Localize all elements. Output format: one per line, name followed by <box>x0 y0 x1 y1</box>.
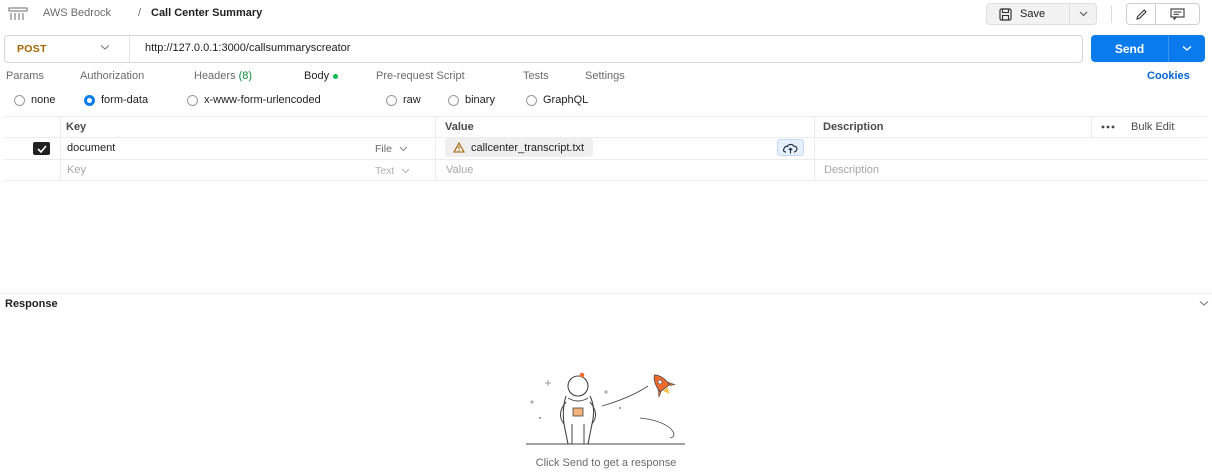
column-divider <box>814 160 815 180</box>
column-divider <box>435 160 436 180</box>
url-input[interactable] <box>145 42 1045 54</box>
save-label: Save <box>1020 8 1046 20</box>
top-bar: AWS Bedrock / Call Center Summary Save <box>0 0 1212 30</box>
column-divider <box>435 138 436 159</box>
upload-file-button[interactable] <box>777 139 804 156</box>
pencil-icon <box>1136 8 1147 20</box>
selected-file-chip[interactable]: callcenter_transcript.txt <box>445 138 594 157</box>
file-name: callcenter_transcript.txt <box>471 141 585 154</box>
comments-button[interactable] <box>1155 3 1200 25</box>
radio-none[interactable]: none <box>14 94 55 106</box>
chevron-down-icon[interactable] <box>1199 300 1209 307</box>
radio-binary[interactable]: binary <box>448 94 495 106</box>
request-tabs: Params Authorization Headers (8) Body Pr… <box>0 70 1212 86</box>
cookies-link[interactable]: Cookies <box>1147 70 1190 82</box>
type-select-value: File <box>375 143 392 155</box>
description-placeholder[interactable]: Description <box>824 164 879 176</box>
radio-circle <box>386 94 397 106</box>
radio-x-www-form-urlencoded[interactable]: x-www-form-urlencoded <box>187 94 321 106</box>
column-divider <box>1091 117 1092 137</box>
comment-icon <box>1170 8 1185 20</box>
key-cell[interactable]: document <box>67 142 115 154</box>
response-title: Response <box>5 298 58 310</box>
chevron-down-icon <box>401 168 410 174</box>
radio-circle <box>187 94 198 106</box>
tab-params[interactable]: Params <box>6 70 44 82</box>
chevron-down-icon[interactable] <box>100 44 110 51</box>
tab-settings[interactable]: Settings <box>585 70 625 82</box>
row-enabled-checkbox[interactable] <box>33 142 50 155</box>
response-empty-hint: Click Send to get a response <box>535 457 677 469</box>
url-divider <box>129 36 130 62</box>
bulk-edit-button[interactable]: Bulk Edit <box>1131 121 1174 133</box>
checkmark-icon <box>36 144 47 153</box>
value-placeholder[interactable]: Value <box>446 164 473 176</box>
table-header-row: Key Value Description Bulk Edit <box>4 116 1207 138</box>
save-button[interactable]: Save <box>986 3 1070 25</box>
tab-body[interactable]: Body <box>304 70 339 82</box>
radio-graphql[interactable]: GraphQL <box>526 94 588 106</box>
tab-tests[interactable]: Tests <box>523 70 549 82</box>
key-column-header: Key <box>66 121 87 133</box>
http-request-icon <box>8 7 28 20</box>
astronaut-rocket-illustration <box>526 372 685 445</box>
radio-raw[interactable]: raw <box>386 94 421 106</box>
radio-label: none <box>31 94 56 106</box>
table-row-placeholder: Key Text Value Description <box>4 160 1207 181</box>
column-divider <box>814 117 815 137</box>
method-select[interactable]: POST <box>17 43 47 55</box>
toolbar-divider <box>1111 5 1112 23</box>
radio-form-data[interactable]: form-data <box>84 94 148 106</box>
bulk-actions: Bulk Edit <box>1101 121 1174 133</box>
description-column-header: Description <box>823 121 884 133</box>
type-select[interactable]: File <box>375 143 408 155</box>
value-column-header: Value <box>445 121 474 133</box>
more-horizontal-icon[interactable] <box>1101 125 1115 129</box>
table-row: document File callcenter_transcript.txt <box>4 138 1207 160</box>
column-divider <box>435 117 436 137</box>
radio-label: binary <box>465 94 495 106</box>
body-type-options: none form-data x-www-form-urlencoded raw… <box>0 94 700 110</box>
column-divider <box>60 138 61 159</box>
radio-label: GraphQL <box>543 94 589 106</box>
edit-button[interactable] <box>1126 3 1156 25</box>
type-select[interactable]: Text <box>375 165 410 177</box>
chevron-down-icon <box>399 146 408 152</box>
radio-circle <box>448 94 459 106</box>
save-icon <box>999 7 1012 21</box>
headers-count: (8) <box>238 70 253 82</box>
save-options-button[interactable] <box>1069 3 1097 25</box>
response-divider[interactable] <box>0 293 1212 294</box>
radio-circle <box>526 94 537 106</box>
request-title[interactable]: Call Center Summary <box>151 7 262 19</box>
breadcrumb-workspace[interactable]: AWS Bedrock <box>43 7 111 19</box>
tab-headers[interactable]: Headers (8) <box>194 70 252 82</box>
chevron-down-icon <box>1079 11 1087 17</box>
radio-circle-selected <box>84 94 95 106</box>
radio-label: x-www-form-urlencoded <box>204 94 321 106</box>
radio-label: form-data <box>101 94 149 106</box>
breadcrumb-separator: / <box>138 7 142 19</box>
tab-authorization[interactable]: Authorization <box>80 70 144 82</box>
chevron-down-icon <box>1182 46 1192 51</box>
url-bar: POST <box>4 35 1083 63</box>
tab-body-label: Body <box>304 70 330 82</box>
key-placeholder[interactable]: Key <box>67 164 86 176</box>
column-divider <box>60 117 61 137</box>
type-select-value: Text <box>375 165 395 177</box>
column-divider <box>814 138 815 159</box>
warning-icon <box>453 142 465 153</box>
send-button[interactable]: Send <box>1091 35 1168 62</box>
tab-headers-label: Headers <box>194 70 236 82</box>
column-divider <box>60 160 61 180</box>
radio-circle <box>14 94 25 106</box>
cloud-upload-icon <box>782 143 798 153</box>
body-indicator-dot <box>333 73 339 79</box>
send-options-button[interactable] <box>1168 35 1205 62</box>
tab-pre-request-script[interactable]: Pre-request Script <box>376 70 465 82</box>
radio-label: raw <box>403 94 421 106</box>
